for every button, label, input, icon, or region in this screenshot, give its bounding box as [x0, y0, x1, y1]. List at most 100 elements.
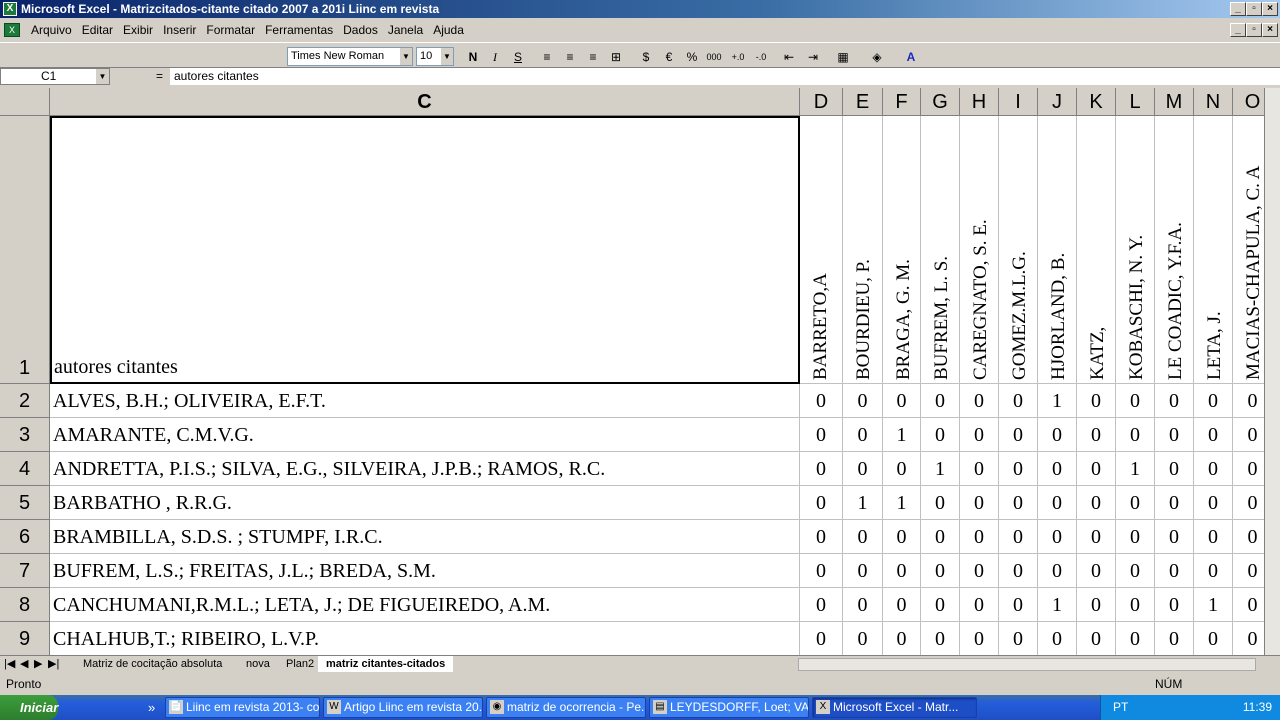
- matrix-value-cell[interactable]: 0: [1155, 588, 1194, 622]
- matrix-value-cell[interactable]: 0: [843, 554, 883, 588]
- merge-center-icon[interactable]: ⊞: [606, 48, 626, 66]
- matrix-value-cell[interactable]: 0: [1116, 622, 1155, 655]
- matrix-value-cell[interactable]: 0: [1038, 486, 1077, 520]
- minimize-button[interactable]: _: [1230, 2, 1246, 16]
- matrix-value-cell[interactable]: 0: [921, 418, 960, 452]
- matrix-value-cell[interactable]: 0: [843, 418, 883, 452]
- row-header[interactable]: 6: [0, 520, 50, 554]
- cited-author-header-cell[interactable]: KATZ,: [1077, 116, 1116, 384]
- increase-decimal-icon[interactable]: +.0: [728, 48, 748, 66]
- matrix-value-cell[interactable]: 0: [1194, 452, 1233, 486]
- matrix-value-cell[interactable]: 0: [1077, 486, 1116, 520]
- cited-author-header-cell[interactable]: HJORLAND, B.: [1038, 116, 1077, 384]
- matrix-value-cell[interactable]: 0: [1155, 452, 1194, 486]
- citing-author-cell[interactable]: AMARANTE, C.M.V.G.: [50, 418, 800, 452]
- matrix-value-cell[interactable]: 0: [1116, 486, 1155, 520]
- currency-style-icon[interactable]: $: [636, 48, 656, 66]
- matrix-value-cell[interactable]: 0: [1116, 418, 1155, 452]
- menu-formatar[interactable]: Formatar: [201, 23, 260, 37]
- column-header-n[interactable]: N: [1194, 88, 1233, 116]
- column-header-k[interactable]: K: [1077, 88, 1116, 116]
- percent-button[interactable]: %: [682, 48, 702, 66]
- cited-author-header-cell[interactable]: GOMEZ.M.L.G.: [999, 116, 1038, 384]
- bold-button[interactable]: N: [463, 48, 483, 66]
- excel-app-icon[interactable]: X: [3, 2, 17, 16]
- cited-author-header-cell[interactable]: BOURDIEU, P.: [843, 116, 883, 384]
- chevron-down-icon[interactable]: ▼: [96, 69, 109, 84]
- matrix-value-cell[interactable]: 0: [1233, 418, 1264, 452]
- citing-author-cell[interactable]: CANCHUMANI,R.M.L.; LETA, J.; DE FIGUEIRE…: [50, 588, 800, 622]
- quick-launch-chevron-icon[interactable]: »: [148, 695, 155, 720]
- prev-sheet-arrow-icon[interactable]: ◀: [18, 656, 30, 672]
- language-indicator[interactable]: PT: [1113, 695, 1128, 720]
- name-box[interactable]: C1 ▼: [0, 68, 110, 85]
- vertical-scrollbar[interactable]: [1264, 88, 1280, 655]
- italic-button[interactable]: I: [485, 48, 505, 66]
- formula-input[interactable]: autores citantes: [170, 68, 1280, 85]
- row-header[interactable]: 3: [0, 418, 50, 452]
- matrix-value-cell[interactable]: 1: [843, 486, 883, 520]
- matrix-value-cell[interactable]: 0: [960, 384, 999, 418]
- matrix-value-cell[interactable]: 0: [1116, 520, 1155, 554]
- matrix-value-cell[interactable]: 0: [800, 554, 843, 588]
- column-header-i[interactable]: I: [999, 88, 1038, 116]
- cited-author-header-cell[interactable]: BARRETO,A: [800, 116, 843, 384]
- matrix-value-cell[interactable]: 0: [1038, 554, 1077, 588]
- matrix-value-cell[interactable]: 0: [1194, 520, 1233, 554]
- matrix-value-cell[interactable]: 0: [960, 554, 999, 588]
- matrix-value-cell[interactable]: 0: [843, 384, 883, 418]
- doc-minimize-button[interactable]: _: [1230, 23, 1246, 37]
- workbook-icon[interactable]: X: [4, 23, 20, 37]
- matrix-value-cell[interactable]: 0: [999, 418, 1038, 452]
- matrix-value-cell[interactable]: 1: [1194, 588, 1233, 622]
- matrix-value-cell[interactable]: 0: [960, 486, 999, 520]
- menu-inserir[interactable]: Inserir: [158, 23, 201, 37]
- matrix-value-cell[interactable]: 0: [843, 452, 883, 486]
- align-left-icon[interactable]: ≡: [537, 48, 557, 66]
- sheet-tab-matriz-cocitacao[interactable]: Matriz de cocitação absoluta: [75, 656, 230, 672]
- matrix-value-cell[interactable]: 0: [1233, 486, 1264, 520]
- citing-author-cell[interactable]: ALVES, B.H.; OLIVEIRA, E.F.T.: [50, 384, 800, 418]
- first-sheet-arrow-icon[interactable]: |◀: [2, 656, 17, 672]
- matrix-value-cell[interactable]: 0: [800, 384, 843, 418]
- horizontal-scrollbar[interactable]: [798, 658, 1256, 671]
- matrix-value-cell[interactable]: 0: [800, 520, 843, 554]
- column-header-g[interactable]: G: [921, 88, 960, 116]
- citing-author-cell[interactable]: ANDRETTA, P.I.S.; SILVA, E.G., SILVEIRA,…: [50, 452, 800, 486]
- matrix-value-cell[interactable]: 0: [883, 452, 921, 486]
- matrix-value-cell[interactable]: 0: [1116, 554, 1155, 588]
- menu-exibir[interactable]: Exibir: [118, 23, 158, 37]
- matrix-value-cell[interactable]: 0: [800, 452, 843, 486]
- cited-author-header-cell[interactable]: MACIAS-CHAPULA, C. A: [1233, 116, 1264, 384]
- column-header-j[interactable]: J: [1038, 88, 1077, 116]
- column-header-m[interactable]: M: [1155, 88, 1194, 116]
- sheet-tab-plan2[interactable]: Plan2: [278, 656, 322, 672]
- row-header[interactable]: 1: [0, 116, 50, 384]
- matrix-value-cell[interactable]: 0: [1155, 520, 1194, 554]
- comma-style-button[interactable]: 000: [704, 48, 724, 66]
- select-all-corner[interactable]: [0, 88, 50, 116]
- matrix-value-cell[interactable]: 0: [999, 384, 1038, 418]
- spreadsheet-grid[interactable]: CDEFGHIJKLMNO 1 autores citantes BARRETO,A…: [0, 88, 1264, 655]
- row-header[interactable]: 4: [0, 452, 50, 486]
- matrix-value-cell[interactable]: 0: [1233, 452, 1264, 486]
- citing-author-cell[interactable]: CHALHUB,T.; RIBEIRO, L.V.P.: [50, 622, 800, 655]
- matrix-value-cell[interactable]: 1: [1116, 452, 1155, 486]
- matrix-value-cell[interactable]: 0: [960, 452, 999, 486]
- matrix-value-cell[interactable]: 0: [1077, 588, 1116, 622]
- column-header-f[interactable]: F: [883, 88, 921, 116]
- matrix-value-cell[interactable]: 0: [1077, 452, 1116, 486]
- citing-authors-header-cell[interactable]: autores citantes: [50, 116, 800, 384]
- matrix-value-cell[interactable]: 0: [1233, 554, 1264, 588]
- row-header[interactable]: 2: [0, 384, 50, 418]
- task-leydesdorff[interactable]: ▤ LEYDESDORFF, Loet; VA...: [649, 697, 809, 718]
- citing-author-cell[interactable]: BUFREM, L.S.; FREITAS, J.L.; BREDA, S.M.: [50, 554, 800, 588]
- task-artigo-liinc[interactable]: W Artigo Liinc em revista 20...: [323, 697, 483, 718]
- row-header[interactable]: 8: [0, 588, 50, 622]
- matrix-value-cell[interactable]: 0: [1038, 452, 1077, 486]
- matrix-value-cell[interactable]: 0: [921, 554, 960, 588]
- last-sheet-arrow-icon[interactable]: ▶|: [46, 656, 61, 672]
- task-excel[interactable]: X Microsoft Excel - Matr...: [812, 697, 977, 718]
- matrix-value-cell[interactable]: 0: [1077, 384, 1116, 418]
- doc-restore-button[interactable]: ▫: [1246, 23, 1262, 37]
